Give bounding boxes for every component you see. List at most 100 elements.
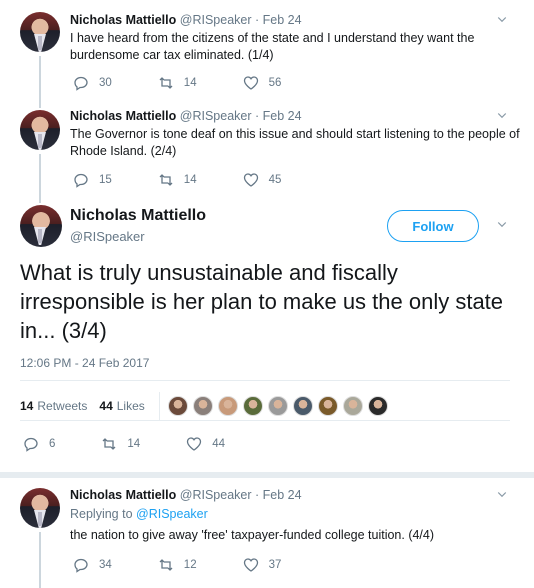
reply-count: 34 [99,559,112,571]
liker-avatar[interactable] [292,396,313,416]
tweet-text: What is truly unsustainable and fiscally… [20,260,504,343]
tweet-text: the nation to give away 'free' taxpayer-… [70,528,435,542]
liker-avatar[interactable] [242,396,263,416]
replying-to-label: Replying to [70,507,133,521]
author-handle[interactable]: @RISpeaker [180,488,252,502]
likes-count[interactable]: 44 [99,399,112,413]
retweet-button[interactable]: 14 [158,75,197,91]
reply-count: 30 [99,77,112,89]
tweet-actions: 15 14 45 [73,172,327,188]
chevron-down-icon[interactable] [494,109,510,125]
liker-avatar[interactable] [217,396,238,416]
reply-button[interactable]: 34 [73,557,112,573]
like-count: 45 [268,174,282,186]
thread-line [39,100,41,108]
retweet-button[interactable]: 14 [158,172,197,188]
tweet-actions: 6 14 44 [23,436,271,452]
tweet-header: Nicholas Mattiello @RISpeaker · Feb 24 [70,108,302,124]
tweet-header: Nicholas Mattiello @RISpeaker · Feb 24 [70,487,302,503]
likes-label[interactable]: Likes [117,399,145,413]
author-handle[interactable]: @RISpeaker [70,229,145,244]
tweet-timestamp[interactable]: 12:06 PM - 24 Feb 2017 [20,356,149,370]
avatar-tie-shape [38,36,42,50]
heart-icon [243,76,258,90]
replying-to: Replying to @RISpeaker [70,507,208,521]
reply-count: 15 [99,174,112,186]
separator-dot: · [255,109,260,123]
tweet-text: I have heard from the citizens of the st… [70,31,475,62]
tweet-actions: 30 14 56 [73,75,327,91]
replying-to-handle[interactable]: @RISpeaker [136,507,208,521]
liker-avatar[interactable] [367,396,388,416]
author-name[interactable]: Nicholas Mattiello [70,13,176,27]
tweet-2[interactable]: Nicholas Mattiello @RISpeaker · Feb 24 T… [0,100,534,195]
reply-icon [24,437,38,452]
reply-count: 6 [49,438,56,450]
author-name[interactable]: Nicholas Mattiello [70,109,176,123]
divider [20,380,510,381]
tweet-date[interactable]: Feb 24 [263,13,302,27]
avatar-tie-shape [38,229,42,243]
liker-avatar[interactable] [342,396,363,416]
chevron-down-icon[interactable] [494,218,510,234]
avatar-tie-shape [38,512,42,526]
thread-line [39,532,41,588]
liker-avatar[interactable] [167,396,188,416]
tweet-stats: 14 Retweets 44 Likes [20,392,393,420]
tweet-date[interactable]: Feb 24 [263,488,302,502]
heart-icon [243,558,258,572]
chevron-down-icon[interactable] [494,13,510,29]
heart-icon [243,173,258,187]
author-name[interactable]: Nicholas Mattiello [70,488,176,502]
retweet-button[interactable]: 14 [101,436,140,452]
like-count: 37 [268,559,282,571]
reply-icon [74,558,88,573]
avatar[interactable] [20,110,60,150]
avatar-tie-shape [38,134,42,148]
avatar[interactable] [20,12,60,52]
tweet-actions: 34 12 37 [73,557,327,573]
follow-button[interactable]: Follow [387,210,479,242]
tweet-header: Nicholas Mattiello @RISpeaker · Feb 24 [70,12,302,28]
reply-icon [74,76,88,91]
thread-line [39,154,41,195]
author-handle[interactable]: @RISpeaker [180,109,252,123]
reply-button[interactable]: 6 [23,436,55,452]
reply-button[interactable]: 30 [73,75,112,91]
author-handle[interactable]: @RISpeaker [180,13,252,27]
liker-avatars [167,396,393,416]
like-count: 44 [212,438,225,450]
separator-dot: · [255,488,260,502]
like-button[interactable]: 45 [243,172,282,188]
divider [20,420,510,421]
like-count: 56 [268,77,282,89]
reply-button[interactable]: 15 [73,172,112,188]
retweet-count: 14 [127,438,141,450]
retweet-count: 14 [183,174,197,186]
retweets-count[interactable]: 14 [20,399,33,413]
avatar[interactable] [20,488,60,528]
liker-avatar[interactable] [192,396,213,416]
thread-line [39,56,41,100]
retweet-icon [102,438,116,450]
retweet-icon [159,174,173,186]
separator-dot: · [255,13,260,27]
retweet-button[interactable]: 12 [158,557,197,573]
tweet-text: The Governor is tone deaf on this issue … [70,127,520,158]
chevron-down-icon[interactable] [494,488,510,504]
tweet-date[interactable]: Feb 24 [263,109,302,123]
heart-icon [187,437,202,451]
author-name[interactable]: Nicholas Mattiello [70,207,206,225]
like-button[interactable]: 56 [243,75,282,91]
retweet-icon [159,77,173,89]
liker-avatar[interactable] [317,396,338,416]
like-button[interactable]: 37 [243,557,282,573]
like-button[interactable]: 44 [186,436,225,452]
stats-divider [158,392,160,420]
tweet-1[interactable]: Nicholas Mattiello @RISpeaker · Feb 24 I… [0,0,534,100]
retweet-icon [159,559,173,571]
avatar[interactable] [20,205,62,247]
liker-avatar[interactable] [267,396,288,416]
retweet-count: 12 [183,559,197,571]
retweets-label[interactable]: Retweets [37,399,87,413]
